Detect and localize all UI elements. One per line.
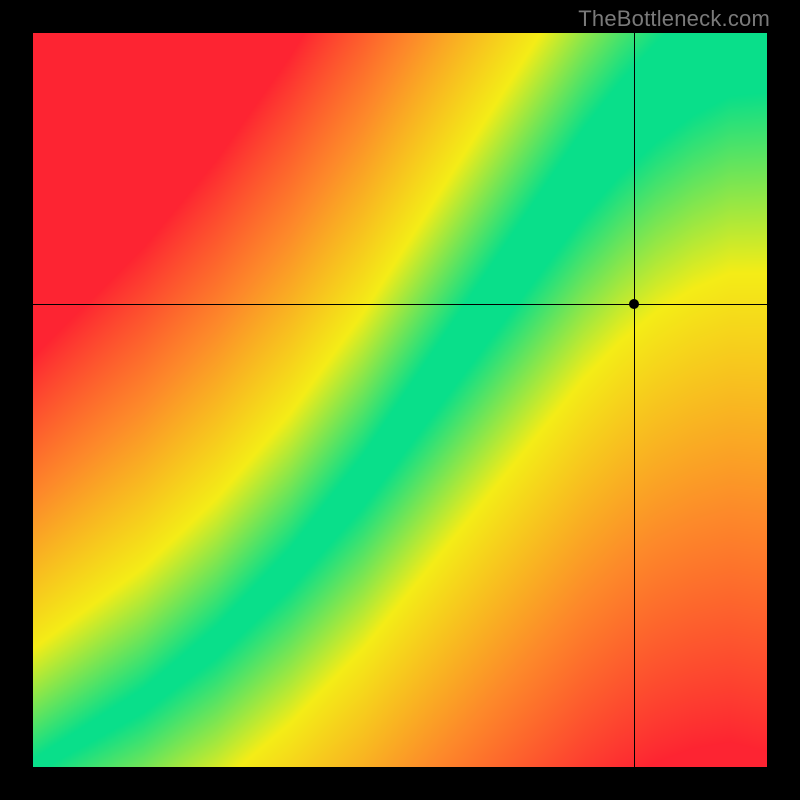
heatmap-canvas <box>33 33 767 767</box>
watermark-text: TheBottleneck.com <box>578 6 770 32</box>
outer-frame: TheBottleneck.com <box>0 0 800 800</box>
heatmap-plot <box>33 33 767 767</box>
selection-marker <box>629 299 639 309</box>
crosshair-vertical <box>634 33 635 767</box>
crosshair-horizontal <box>33 304 767 305</box>
